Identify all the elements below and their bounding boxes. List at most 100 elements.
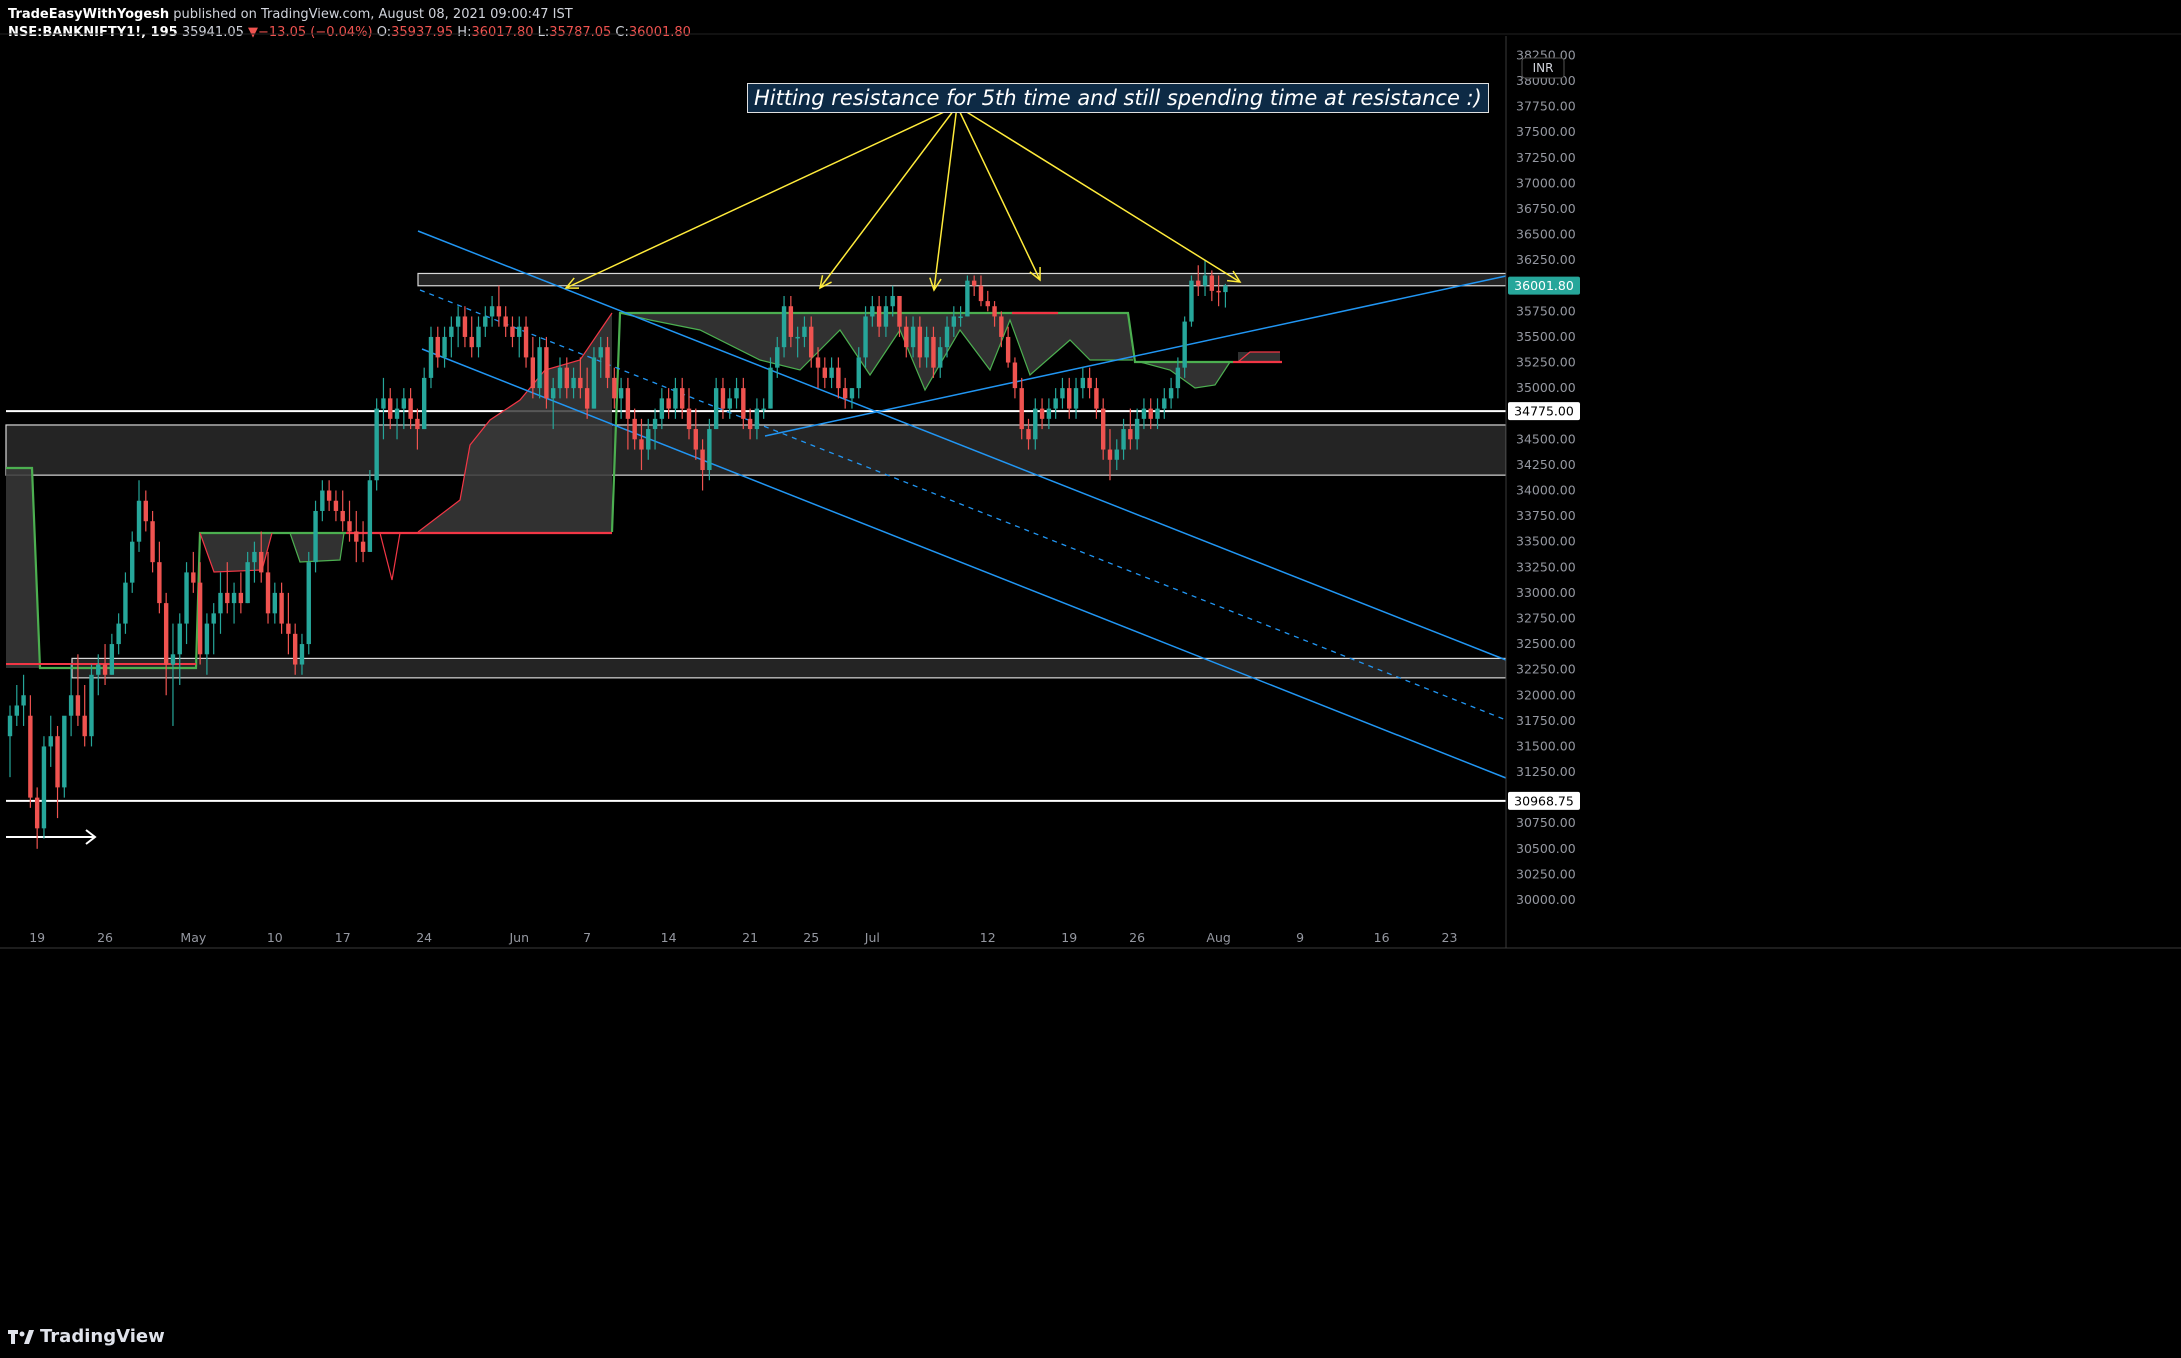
candle-body bbox=[537, 347, 542, 389]
footer-brand[interactable]: TradingView bbox=[8, 1326, 165, 1347]
candle bbox=[849, 388, 855, 409]
candle-body bbox=[978, 285, 984, 302]
candle bbox=[34, 787, 40, 849]
candle-body bbox=[1196, 280, 1201, 286]
candle-body bbox=[517, 326, 522, 337]
candle-body bbox=[673, 388, 678, 409]
candle-body bbox=[870, 306, 875, 317]
candle-body bbox=[272, 592, 278, 614]
candle-body bbox=[931, 336, 936, 368]
candle bbox=[1067, 377, 1072, 419]
candle-body bbox=[1073, 388, 1079, 409]
candle-body bbox=[381, 398, 386, 409]
candle-body bbox=[415, 418, 420, 430]
x-tick-label: 17 bbox=[335, 930, 351, 945]
candle-body bbox=[591, 357, 597, 409]
candle-body bbox=[625, 388, 631, 419]
y-tick-label: 32000.00 bbox=[1516, 687, 1576, 702]
candle bbox=[673, 377, 678, 419]
candle bbox=[659, 388, 665, 430]
candle bbox=[130, 531, 135, 593]
y-tick-label: 37750.00 bbox=[1516, 99, 1576, 114]
candle bbox=[1087, 367, 1092, 399]
y-tick-label: 36750.00 bbox=[1516, 201, 1576, 216]
price-axis-bg bbox=[1506, 36, 2181, 948]
price-label: 36001.80 bbox=[1514, 278, 1574, 293]
candle-body bbox=[1053, 398, 1058, 409]
candle-body bbox=[544, 347, 549, 399]
candle-body bbox=[1155, 408, 1160, 419]
candle-body bbox=[510, 326, 515, 337]
candle bbox=[829, 357, 834, 389]
y-tick-label: 32500.00 bbox=[1516, 636, 1576, 651]
price-chart[interactable]: 30000.0030250.0030500.0030750.0031000.00… bbox=[0, 0, 2181, 1358]
candle bbox=[313, 500, 318, 573]
candle-body bbox=[917, 326, 923, 358]
candle-body bbox=[489, 306, 495, 317]
x-tick-label: 14 bbox=[661, 930, 677, 945]
y-tick-label: 36250.00 bbox=[1516, 252, 1576, 267]
candle-body bbox=[1128, 429, 1133, 440]
candle-body bbox=[618, 388, 624, 399]
candle-body bbox=[741, 388, 746, 419]
candle-body bbox=[333, 500, 339, 511]
candle-body bbox=[965, 280, 970, 317]
candle-body bbox=[1202, 275, 1208, 286]
candle bbox=[163, 592, 169, 696]
candle-body bbox=[700, 449, 705, 471]
candle bbox=[123, 572, 128, 634]
candle-body bbox=[421, 377, 427, 430]
candle-body bbox=[571, 377, 576, 389]
candle-body bbox=[75, 695, 81, 716]
y-tick-label: 31500.00 bbox=[1516, 738, 1576, 753]
candle bbox=[741, 377, 746, 430]
candle bbox=[469, 316, 474, 358]
candle bbox=[82, 685, 87, 747]
candle bbox=[41, 736, 47, 839]
candle-body bbox=[652, 418, 658, 430]
candle-body bbox=[1039, 408, 1045, 419]
candle-body bbox=[876, 306, 882, 327]
candle bbox=[55, 725, 60, 819]
candle-body bbox=[781, 306, 787, 348]
y-tick-label: 32250.00 bbox=[1516, 662, 1576, 677]
candle-body bbox=[116, 623, 121, 645]
candle-body bbox=[523, 326, 529, 358]
candle bbox=[388, 388, 393, 430]
candle bbox=[231, 582, 237, 624]
candle bbox=[7, 705, 13, 778]
x-tick-label: 19 bbox=[29, 930, 45, 945]
annotation-box[interactable]: Hitting resistance for 5th time and stil… bbox=[747, 83, 1489, 113]
candle-body bbox=[1162, 398, 1167, 409]
candle bbox=[28, 695, 33, 808]
candle bbox=[1053, 388, 1058, 419]
candle bbox=[320, 480, 325, 522]
cloud-region-3 bbox=[418, 313, 612, 532]
x-tick-label: 21 bbox=[742, 930, 758, 945]
candle-body bbox=[856, 357, 861, 389]
candle bbox=[374, 398, 379, 491]
y-tick-label: 35500.00 bbox=[1516, 329, 1576, 344]
candle bbox=[489, 295, 495, 327]
annotation-arrow-3 bbox=[933, 105, 958, 291]
candle-body bbox=[347, 521, 352, 532]
candle-body bbox=[713, 388, 719, 430]
candle bbox=[265, 551, 271, 624]
candle-body bbox=[306, 562, 311, 645]
footer-brand-label: TradingView bbox=[40, 1326, 165, 1347]
candle bbox=[326, 480, 332, 511]
x-tick-label: 23 bbox=[1442, 930, 1458, 945]
x-tick-label: 12 bbox=[980, 930, 996, 945]
candle-body bbox=[564, 367, 569, 389]
candle-body bbox=[150, 521, 155, 563]
x-tick-label: 19 bbox=[1061, 930, 1077, 945]
y-tick-label: 35750.00 bbox=[1516, 303, 1576, 318]
y-tick-label: 37250.00 bbox=[1516, 150, 1576, 165]
candle-body bbox=[225, 592, 230, 604]
candle bbox=[618, 377, 624, 419]
candle-body bbox=[184, 572, 189, 624]
candle-body bbox=[367, 480, 373, 552]
candle bbox=[476, 316, 481, 358]
x-tick-label: 25 bbox=[803, 930, 819, 945]
y-tick-label: 30500.00 bbox=[1516, 841, 1576, 856]
